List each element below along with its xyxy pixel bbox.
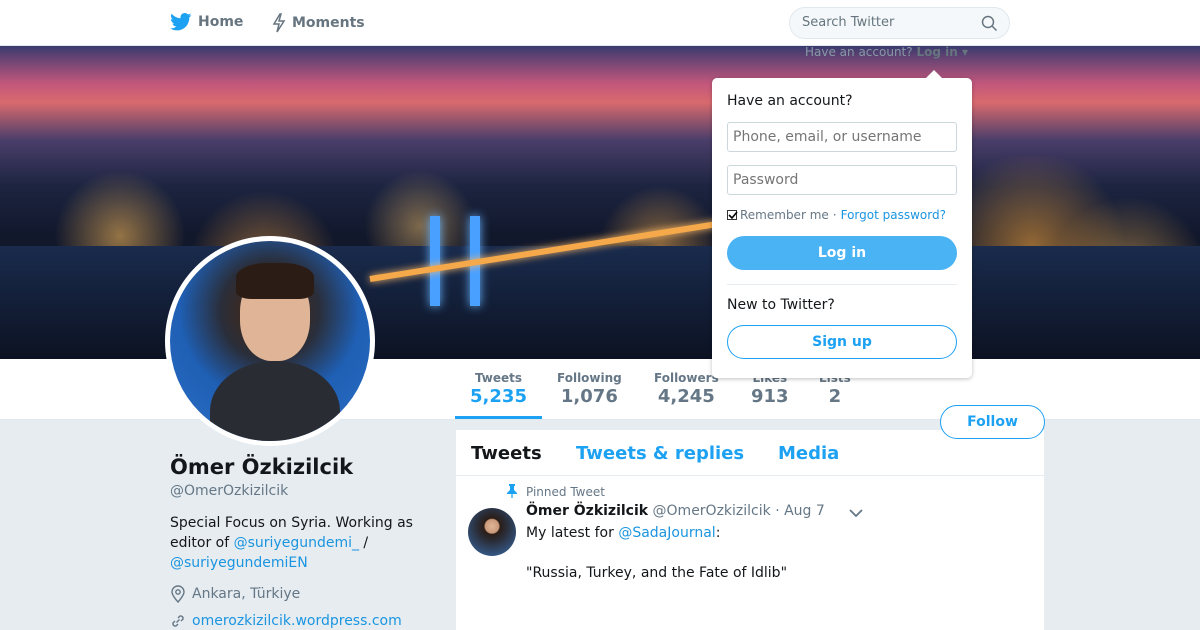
avatar-hair: [236, 263, 314, 299]
account-prompt: Have an account? Log in ▾: [805, 45, 968, 59]
bio-mention-link[interactable]: @suriyegundemiEN: [170, 555, 308, 571]
pin-icon: [507, 484, 517, 498]
stat-value: 4,245: [657, 386, 715, 407]
search-input[interactable]: Search Twitter: [789, 7, 1010, 39]
tab-media[interactable]: Media: [778, 443, 839, 464]
twitter-bird-icon: [170, 13, 192, 31]
separator-dot: ·: [832, 208, 837, 222]
stat-tweets[interactable]: Tweets 5,235: [455, 371, 542, 419]
new-to-twitter: New to Twitter?: [727, 297, 835, 313]
tweet-text-prefix: My latest for: [526, 525, 619, 541]
username-field[interactable]: [727, 122, 957, 152]
tab-tweets-replies[interactable]: Tweets & replies: [576, 443, 744, 464]
follow-button[interactable]: Follow: [940, 405, 1045, 439]
tweet-avatar[interactable]: [468, 508, 516, 556]
chevron-down-icon[interactable]: [849, 508, 863, 518]
pinned-text: Pinned Tweet: [526, 485, 605, 499]
stat-following[interactable]: Following 1,076: [557, 371, 622, 407]
link-icon: [172, 615, 184, 627]
profile-bio: Special Focus on Syria. Working as edito…: [170, 513, 430, 573]
caret-down-icon[interactable]: ▾: [958, 45, 968, 59]
avatar-body: [210, 361, 340, 441]
stat-followers[interactable]: Followers 4,245: [654, 371, 719, 407]
stat-label: Followers: [654, 371, 719, 385]
profile-handle[interactable]: @OmerOzkizilcik: [170, 483, 430, 499]
stat-value: 913: [751, 386, 789, 407]
nav-moments-label: Moments: [292, 15, 365, 31]
top-navigation: Home Moments Search Twitter: [0, 0, 1200, 46]
bio-text: /: [358, 535, 369, 551]
remember-label[interactable]: Remember me: [740, 208, 829, 222]
website-link[interactable]: omerozkizilcik.wordpress.com: [192, 613, 402, 629]
tab-tweets[interactable]: Tweets: [471, 443, 542, 464]
login-title: Have an account?: [727, 93, 853, 109]
tweet-author-name[interactable]: Ömer Özkizilcik: [526, 503, 648, 519]
tweet-header: Ömer Özkizilcik @OmerOzkizilcik · Aug 7: [526, 503, 825, 519]
stat-value: 1,076: [560, 386, 618, 407]
profile-location: Ankara, Türkiye: [170, 585, 430, 603]
stat-label: Tweets: [474, 371, 523, 385]
checkmark-icon: [728, 211, 738, 220]
divider: [727, 284, 957, 285]
search-icon[interactable]: [981, 15, 998, 32]
tweet-text-suffix: :: [715, 525, 721, 541]
stat-label: Following: [557, 371, 622, 385]
profile-website: omerozkizilcik.wordpress.com: [170, 613, 430, 629]
forgot-password-link[interactable]: Forgot password?: [841, 208, 946, 222]
signup-button[interactable]: Sign up: [727, 325, 957, 359]
bio-mention-link[interactable]: @suriyegundemi_: [234, 535, 359, 551]
stat-value: 5,235: [470, 386, 527, 407]
password-field[interactable]: [727, 165, 957, 195]
login-dropdown: Have an account? Remember me · Forgot pa…: [712, 70, 972, 378]
location-pin-icon: [171, 585, 185, 603]
login-dropdown-toggle[interactable]: Log in: [916, 45, 957, 59]
timeline: Tweets Tweets & replies Media Pinned Twe…: [456, 430, 1044, 630]
login-button[interactable]: Log in: [727, 236, 957, 270]
nav-home-label: Home: [198, 14, 244, 30]
lightning-icon: [272, 13, 286, 33]
remember-row: Remember me · Forgot password?: [727, 208, 957, 222]
tweet-text: My latest for @SadaJournal: "Russia, Tur…: [526, 523, 787, 583]
profile-avatar[interactable]: [165, 236, 375, 446]
account-prompt-text: Have an account?: [805, 45, 913, 59]
nav-home[interactable]: Home: [170, 13, 243, 31]
tweet-date[interactable]: · Aug 7: [775, 503, 825, 519]
search-placeholder: Search Twitter: [802, 15, 895, 30]
tweet-line: My latest for @SadaJournal:: [526, 523, 787, 543]
nav-moments[interactable]: Moments: [272, 13, 365, 33]
stat-value: 2: [828, 386, 842, 407]
dropdown-arrow: [926, 70, 942, 78]
profile-name[interactable]: Ömer Özkizilcik: [170, 455, 430, 479]
remember-checkbox[interactable]: [727, 210, 738, 220]
tweet-mention-link[interactable]: @SadaJournal: [618, 525, 715, 541]
banner-bridge-tower: [430, 216, 440, 306]
location-text: Ankara, Türkiye: [192, 586, 301, 602]
profile-card: Ömer Özkizilcik @OmerOzkizilcik Special …: [170, 455, 430, 629]
pinned-tweet-label: Pinned Tweet: [507, 484, 605, 499]
tweet-author-handle[interactable]: @OmerOzkizilcik: [653, 503, 771, 519]
tweet-quote: "Russia, Turkey, and the Fate of Idlib": [526, 565, 788, 581]
